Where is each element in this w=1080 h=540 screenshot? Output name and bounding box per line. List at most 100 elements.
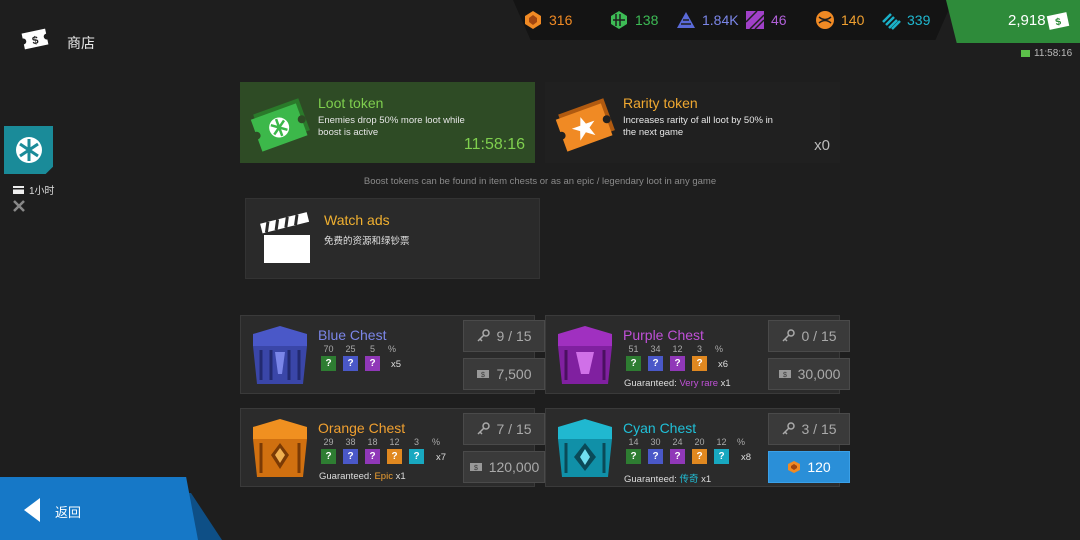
rarity-rare-badge: ? [648, 356, 663, 371]
cyan-chest-guarantee: Guaranteed: 传奇 x1 [624, 471, 711, 485]
blue-chest-odds: 70? 25? 5? % [319, 344, 396, 371]
cash-ticket-icon: $ [1046, 12, 1070, 30]
purple-shard-value: 46 [771, 12, 787, 28]
blue-shard-icon [677, 12, 695, 28]
orange-chest-key-button[interactable]: 7 / 15 [463, 413, 545, 445]
cyan-shard-icon [882, 13, 901, 30]
key-icon [477, 329, 491, 342]
rarity-legendary-badge: ? [714, 449, 729, 464]
purple-shard-currency[interactable]: 46 [745, 9, 787, 31]
rarity-token-count: x0 [814, 137, 830, 154]
cyan-shard-value: 339 [907, 12, 931, 28]
boost-duration-text: 1小时 [29, 186, 55, 197]
odd-percent: 29 [323, 437, 334, 447]
cyan-chest-buy-button[interactable]: 120 [768, 451, 850, 483]
cyan-chest-odds: 14? 30? 24? 20? 12? % [624, 437, 745, 464]
rarity-rare-badge: ? [343, 356, 358, 371]
key-icon [782, 329, 796, 342]
rarity-token-card[interactable]: Rarity token Increases rarity of all loo… [545, 82, 840, 163]
orange-shard-icon [816, 11, 834, 29]
odd-percent: 24 [672, 437, 683, 447]
rarity-token-desc: Increases rarity of all loot by 50% in t… [623, 115, 773, 138]
orange-chest-icon [253, 419, 307, 477]
percent-sign: % [715, 344, 724, 354]
purple-chest-guarantee: Guaranteed: Very rare x1 [624, 378, 731, 389]
boost-tokens-note: Boost tokens can be found in item chests… [363, 176, 717, 187]
orange-chest-odds: 29? 38? 18? 12? 3? % [319, 437, 440, 464]
gem-currency[interactable]: 316 [523, 9, 572, 31]
odd-percent: 12 [389, 437, 400, 447]
purple-chest-price: 30,000 [797, 366, 841, 382]
loot-token-timer: 11:58:16 [463, 136, 525, 153]
rarity-epic-badge: ? [387, 449, 402, 464]
odd-percent: 3 [413, 437, 419, 447]
guarantee-mult: x1 [720, 378, 731, 389]
rarity-epic-badge: ? [692, 449, 707, 464]
purple-chest-key-button[interactable]: 0 / 15 [768, 320, 850, 352]
guarantee-label: Guaranteed: [319, 471, 372, 482]
purple-chest-buy-button[interactable]: $ 30,000 [768, 358, 850, 390]
cyan-chest-mult: x8 [741, 452, 752, 463]
odd-percent: 14 [628, 437, 639, 447]
key-icon [782, 422, 796, 435]
cash-icon: $ [469, 463, 482, 472]
loot-token-card[interactable]: Loot token Enemies drop 50% more loot wh… [240, 82, 535, 163]
guarantee-rarity: Very rare [679, 378, 719, 389]
orange-shard-currency[interactable]: 140 [815, 9, 864, 31]
premium-timer: 11:58:16 [1020, 48, 1072, 59]
odd-percent: 34 [650, 344, 661, 354]
orange-chest-keys: 7 / 15 [496, 421, 532, 437]
odd-percent: 25 [345, 344, 356, 354]
gem-icon [788, 461, 801, 473]
cyan-chest-name: Cyan Chest [623, 420, 697, 436]
orange-chest-name: Orange Chest [318, 420, 406, 436]
rarity-legendary-badge: ? [409, 449, 424, 464]
guarantee-label: Guaranteed: [624, 474, 677, 485]
loot-ticket-icon [250, 98, 310, 152]
odd-percent: 51 [628, 344, 639, 354]
back-label[interactable]: 返回 [55, 502, 81, 521]
shop-ticket-icon: $ [20, 28, 50, 50]
odd-percent: 20 [694, 437, 705, 447]
green-shard-currency[interactable]: 138 [609, 9, 658, 31]
svg-text:$: $ [474, 465, 478, 472]
guarantee-label: Guaranteed: [624, 378, 677, 389]
blue-chest-mult: x5 [391, 359, 402, 370]
odd-percent: 30 [650, 437, 661, 447]
odd-percent: 38 [345, 437, 356, 447]
rarity-token-title: Rarity token [623, 95, 698, 111]
tools-icon[interactable] [12, 199, 26, 213]
rarity-rare-badge: ? [343, 449, 358, 464]
odd-percent: 12 [716, 437, 727, 447]
back-arrow-icon[interactable] [22, 496, 42, 524]
blue-chest-key-button[interactable]: 9 / 15 [463, 320, 545, 352]
rarity-very-rare-badge: ? [365, 356, 380, 371]
rarity-rare-badge: ? [648, 449, 663, 464]
blue-shard-value: 1.84K [702, 12, 739, 28]
cyan-chest-icon [558, 419, 612, 477]
blue-chest-icon [253, 326, 307, 384]
watch-ads-desc: 免费的资源和绿钞票 [324, 236, 410, 247]
odd-percent: 18 [367, 437, 378, 447]
orange-shard-value: 140 [841, 12, 865, 28]
blue-shard-currency[interactable]: 1.84K [676, 9, 739, 31]
orange-chest-price: 120,000 [488, 459, 540, 475]
rarity-epic-badge: ? [692, 356, 707, 371]
watch-ads-card[interactable]: Watch ads 免费的资源和绿钞票 [245, 198, 540, 279]
blue-chest-price: 7,500 [496, 366, 532, 382]
cyan-shard-currency[interactable]: 339 [881, 9, 930, 31]
rarity-very-rare-badge: ? [670, 449, 685, 464]
percent-sign: % [432, 437, 441, 447]
orange-chest-buy-button[interactable]: $ 120,000 [463, 451, 545, 483]
green-shard-value: 138 [635, 12, 659, 28]
cyan-chest-key-button[interactable]: 3 / 15 [768, 413, 850, 445]
watch-ads-title: Watch ads [324, 212, 390, 228]
active-boost-badge[interactable] [4, 126, 53, 174]
blue-chest-buy-button[interactable]: $ 7,500 [463, 358, 545, 390]
odd-percent: 12 [672, 344, 683, 354]
gem-icon [525, 11, 541, 29]
blue-chest-keys: 9 / 15 [496, 328, 532, 344]
chest-small-icon [13, 186, 24, 194]
blue-chest-name: Blue Chest [318, 327, 387, 343]
key-icon [477, 422, 491, 435]
